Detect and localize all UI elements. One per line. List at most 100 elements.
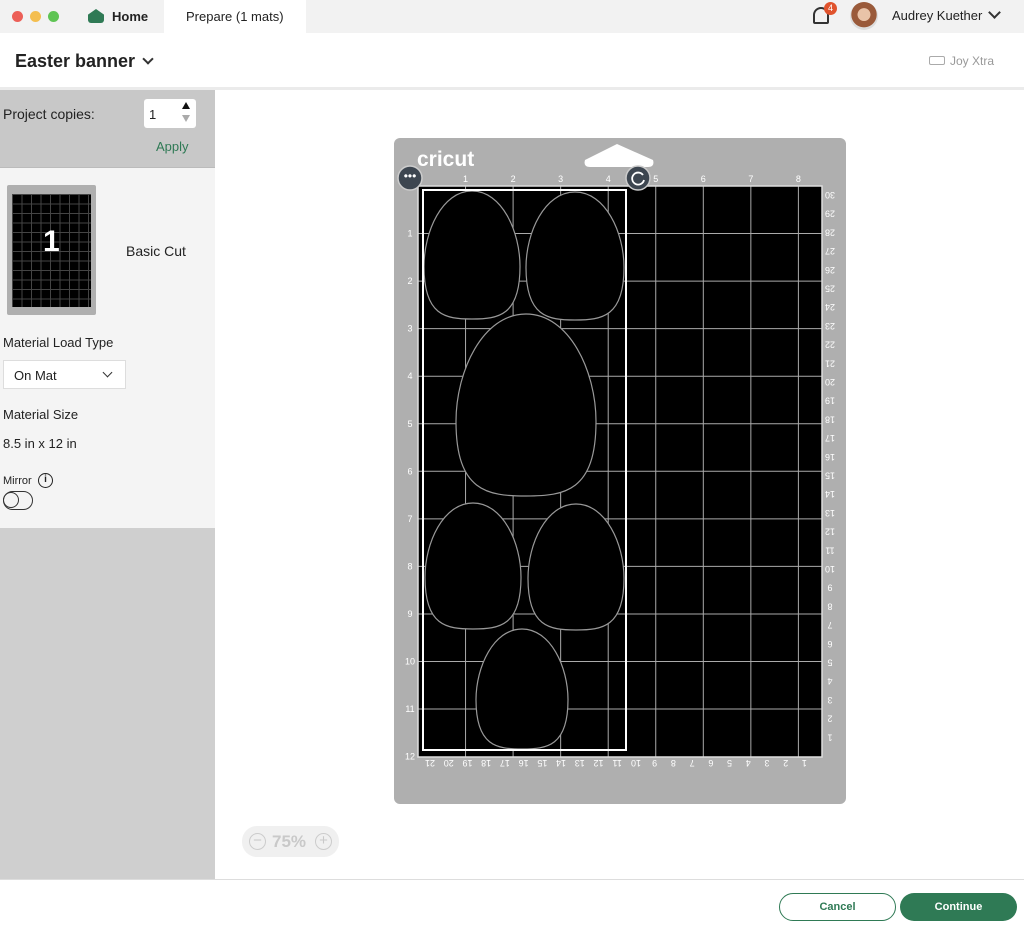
tab-home[interactable]: Home xyxy=(88,0,148,33)
zoom-control: − 75% + xyxy=(242,826,339,857)
ruler-label: 20 xyxy=(444,758,454,768)
ruler-label: 10 xyxy=(631,758,641,768)
user-name[interactable]: Audrey Kuether xyxy=(892,8,982,23)
notification-badge: 4 xyxy=(824,2,837,15)
mirror-toggle[interactable] xyxy=(3,491,33,510)
project-title[interactable]: Easter banner xyxy=(15,51,154,72)
material-size-value: 8.5 in x 12 in xyxy=(3,436,77,451)
ruler-label: 15 xyxy=(537,758,547,768)
copies-stepper[interactable]: 1 xyxy=(144,99,196,128)
mat-number: 1 xyxy=(43,225,60,258)
ruler-label: 6 xyxy=(708,758,713,768)
close-window-button[interactable] xyxy=(12,11,23,22)
ruler-label: 9 xyxy=(407,609,412,619)
project-copies-section: Project copies: 1 Apply xyxy=(0,90,215,168)
ruler-label: 8 xyxy=(796,174,801,184)
ruler-label: 13 xyxy=(575,758,585,768)
ruler-label: 2 xyxy=(783,758,788,768)
ruler-label: 6 xyxy=(407,466,412,476)
ruler-label: 5 xyxy=(407,419,412,429)
decrement-icon[interactable] xyxy=(182,115,190,122)
info-icon[interactable]: i xyxy=(38,473,53,488)
ruler-label: 7 xyxy=(827,620,832,630)
ruler-label: 7 xyxy=(407,514,412,524)
ruler-label: 5 xyxy=(653,174,658,184)
load-type-label: Material Load Type xyxy=(3,335,114,350)
ruler-label: 19 xyxy=(825,396,835,406)
mat-thumbnail[interactable]: 1 xyxy=(7,185,96,315)
ruler-label: 18 xyxy=(825,414,835,424)
zoom-in-icon[interactable]: + xyxy=(315,833,332,850)
cricut-logo: cricut xyxy=(417,148,474,171)
machine-icon xyxy=(929,56,945,65)
ruler-label: 11 xyxy=(613,758,622,768)
ruler-label: 5 xyxy=(727,758,732,768)
ruler-label: 3 xyxy=(827,695,832,705)
title-bar: Home Prepare (1 mats) 4 Audrey Kuether xyxy=(0,0,1024,33)
ruler-label: 3 xyxy=(407,324,412,334)
mat-canvas: cricut 1 2 3 4 5 6 7 8 1 2 3 4 5 6 7 8 9 10 11 12 30 29 28 27 26… xyxy=(215,93,1024,879)
maximize-window-button[interactable] xyxy=(48,11,59,22)
ruler-label: 16 xyxy=(825,452,835,462)
load-type-select[interactable]: On Mat xyxy=(3,360,126,389)
chevron-down-icon xyxy=(102,367,113,378)
ruler-label: 17 xyxy=(825,433,835,443)
sidebar: Project copies: 1 Apply 1 Basic Cut Mate… xyxy=(0,90,215,880)
cancel-button[interactable]: Cancel xyxy=(779,893,896,921)
ruler-label: 29 xyxy=(825,209,835,219)
rotate-button[interactable] xyxy=(625,165,651,191)
ruler-label: 7 xyxy=(690,758,695,768)
ruler-label: 4 xyxy=(606,174,611,184)
chevron-down-icon xyxy=(142,53,154,65)
ruler-label: 4 xyxy=(827,676,832,686)
ruler-label: 7 xyxy=(748,174,753,184)
ruler-label: 12 xyxy=(405,752,415,762)
more-options-button[interactable]: ••• xyxy=(397,165,423,191)
ruler-label: 17 xyxy=(500,758,510,768)
home-icon xyxy=(88,9,104,23)
ruler-label: 18 xyxy=(481,758,491,768)
zoom-level: 75% xyxy=(272,832,307,851)
ruler-label: 3 xyxy=(764,758,769,768)
ruler-label: 8 xyxy=(827,601,832,611)
ruler-label: 24 xyxy=(825,302,835,312)
ruler-label: 20 xyxy=(825,377,835,387)
ruler-label: 5 xyxy=(827,658,832,668)
mat-settings-panel: 1 Basic Cut Material Load Type On Mat Ma… xyxy=(0,168,215,528)
ruler-label: 14 xyxy=(825,489,835,499)
ruler-label: 8 xyxy=(407,561,412,571)
copies-label: Project copies: xyxy=(3,106,95,122)
footer: Cancel Continue xyxy=(0,879,1024,932)
ruler-label: 4 xyxy=(407,371,412,381)
ellipsis-icon: ••• xyxy=(404,169,417,183)
continue-button[interactable]: Continue xyxy=(900,893,1017,921)
ruler-label: 1 xyxy=(802,758,807,768)
ruler-label: 21 xyxy=(425,758,435,768)
ruler-label: 2 xyxy=(827,714,832,724)
tab-prepare[interactable]: Prepare (1 mats) xyxy=(164,0,306,33)
zoom-out-icon[interactable]: − xyxy=(249,833,266,850)
machine-selector[interactable]: Joy Xtra xyxy=(929,54,994,68)
ruler-label: 26 xyxy=(825,265,835,275)
cutting-mat[interactable]: cricut 1 2 3 4 5 6 7 81234567891011123029282726… xyxy=(215,93,1024,879)
ruler-label: 6 xyxy=(827,639,832,649)
ruler-label: 6 xyxy=(701,174,706,184)
ruler-label: 3 xyxy=(558,174,563,184)
ruler-label: 10 xyxy=(405,657,415,667)
ruler-label: 11 xyxy=(405,704,414,714)
minimize-window-button[interactable] xyxy=(30,11,41,22)
ruler-label: 1 xyxy=(827,732,832,742)
project-header: Easter banner Joy Xtra xyxy=(0,33,1024,90)
ruler-label: 30 xyxy=(825,190,835,200)
ruler-label: 28 xyxy=(825,227,835,237)
ruler-label: 2 xyxy=(407,276,412,286)
chevron-down-icon[interactable] xyxy=(988,6,1001,19)
avatar[interactable] xyxy=(850,2,878,30)
ruler-label: 23 xyxy=(825,321,835,331)
increment-icon[interactable] xyxy=(182,102,190,109)
mat-label: Basic Cut xyxy=(126,243,186,259)
ruler-label: 27 xyxy=(825,246,835,256)
ruler-label: 11 xyxy=(825,545,834,555)
apply-button[interactable]: Apply xyxy=(156,139,189,154)
toggle-knob xyxy=(3,492,19,508)
